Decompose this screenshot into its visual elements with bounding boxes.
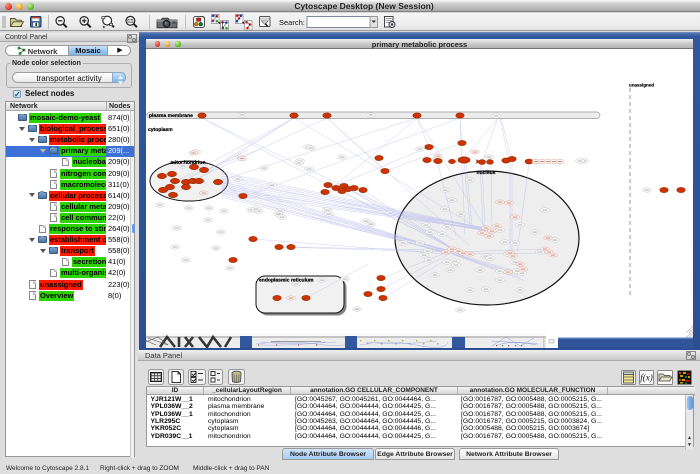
svg-text:cytoplasm: cytoplasm bbox=[148, 127, 173, 133]
svg-text:mitochondrion: mitochondrion bbox=[171, 160, 206, 166]
svg-text:f(x): f(x) bbox=[640, 373, 653, 383]
svg-text:Search:: Search: bbox=[279, 18, 305, 27]
svg-text:plasma membrane: plasma membrane bbox=[149, 113, 193, 119]
svg-text:endoplasmic reticulum: endoplasmic reticulum bbox=[259, 278, 314, 284]
svg-text:nucleus: nucleus bbox=[477, 170, 496, 176]
svg-text:unassigned: unassigned bbox=[629, 83, 654, 88]
svg-text:1:1: 1:1 bbox=[128, 19, 133, 23]
